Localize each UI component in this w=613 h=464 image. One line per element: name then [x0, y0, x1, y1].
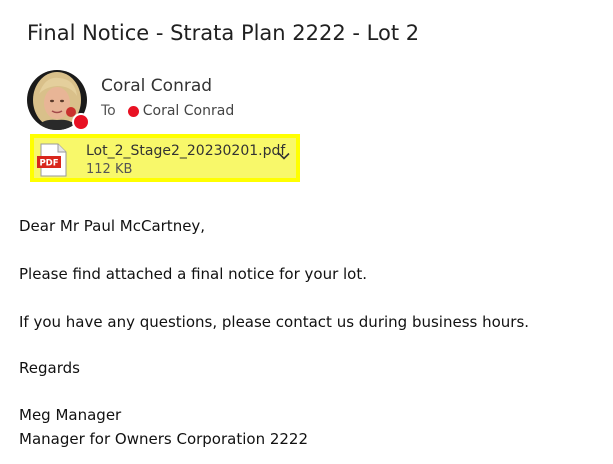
- signature-name: Meg Manager: [19, 406, 122, 424]
- attachment-file-name[interactable]: Lot_2_Stage2_20230201.pdf: [86, 143, 285, 159]
- signature-title: Manager for Owners Corporation 2222: [19, 430, 309, 448]
- pdf-icon-label: PDF: [39, 159, 58, 169]
- body-closing: Regards: [19, 359, 80, 377]
- body-greeting: Dear Mr Paul McCartney,: [19, 217, 206, 235]
- pdf-file-icon: PDF: [37, 143, 67, 177]
- attachment-file-size: 112 KB: [86, 162, 133, 177]
- sender-name[interactable]: Coral Conrad: [101, 76, 212, 96]
- body-paragraph-1: Please find attached a final notice for …: [19, 265, 368, 283]
- attachment-card[interactable]: PDF Lot_2_Stage2_20230201.pdf 112 KB: [30, 134, 300, 182]
- recipient-presence-indicator: [127, 105, 139, 117]
- body-paragraph-2: If you have any questions, please contac…: [19, 313, 530, 331]
- chevron-down-icon[interactable]: [278, 152, 290, 160]
- recipient-line: To Coral Conrad: [101, 103, 234, 119]
- email-subject: Final Notice - Strata Plan 2222 - Lot 2: [27, 21, 420, 45]
- sender-presence-indicator: [72, 113, 90, 131]
- to-label: To: [101, 103, 116, 119]
- recipient-name[interactable]: Coral Conrad: [143, 103, 234, 119]
